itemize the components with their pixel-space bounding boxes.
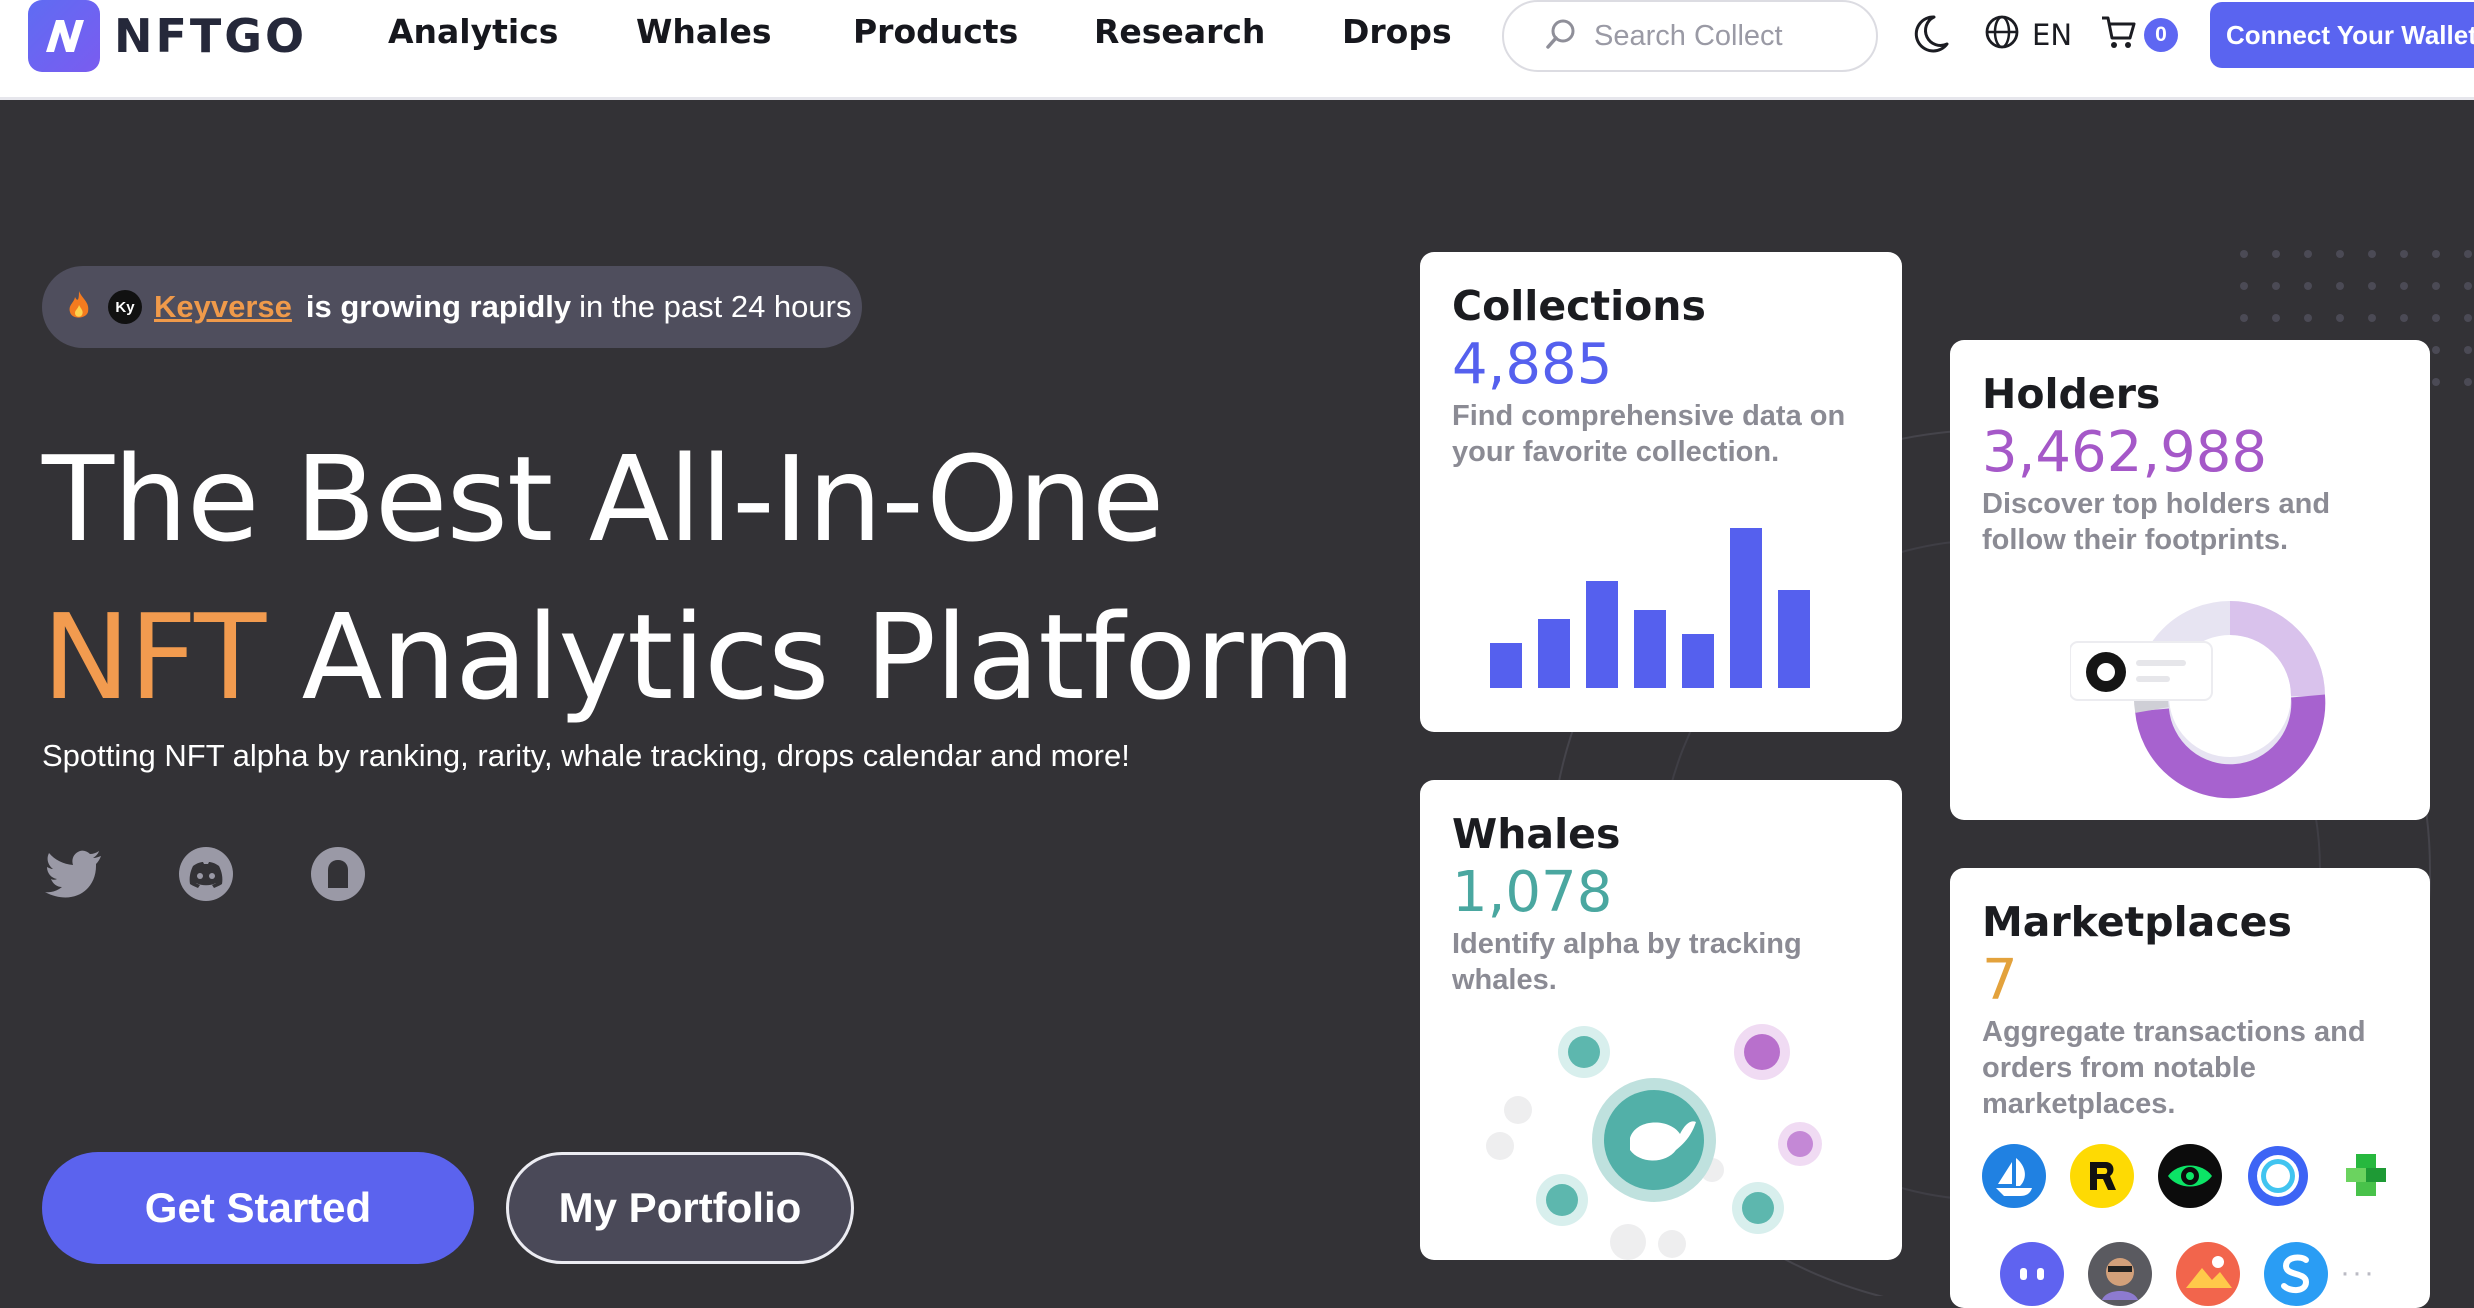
whales-count: 1,078 (1452, 862, 1613, 924)
hero-title-line2: NFT Analytics Platform (42, 588, 1356, 726)
nav-whales[interactable]: Whales (636, 12, 772, 51)
hero-title-line1: The Best All-In-One (42, 430, 1164, 568)
hero-title-accent: NFT (42, 588, 266, 726)
sound-icon[interactable] (2264, 1242, 2328, 1306)
marketplaces-count: 7 (1982, 950, 2018, 1012)
holders-count: 3,462,988 (1982, 422, 2268, 484)
search-icon (1544, 17, 1578, 56)
trend-timeframe: in the past 24 hours (579, 289, 852, 324)
nav-products[interactable]: Products (853, 12, 1018, 51)
collections-bar (1586, 581, 1618, 688)
cart-count-badge: 0 (2144, 17, 2178, 52)
cart-icon (2100, 14, 2136, 55)
dark-mode-toggle[interactable] (1912, 14, 1950, 59)
keyverse-avatar-icon: Ky (108, 290, 142, 324)
holders-card[interactable]: Holders 3,462,988 Discover top holders a… (1950, 340, 2430, 820)
collections-bar (1538, 619, 1570, 688)
trend-emphasis: is growing rapidly (305, 289, 572, 324)
marketplaces-title: Marketplaces (1982, 898, 2292, 946)
search-box[interactable] (1502, 0, 1878, 72)
whales-network-graphic (1486, 1024, 1822, 1260)
holders-donut-chart (2070, 601, 2326, 799)
whales-title: Whales (1452, 810, 1621, 858)
get-started-button[interactable]: Get Started (42, 1152, 474, 1264)
rarible-icon[interactable] (2070, 1144, 2134, 1208)
collections-count: 4,885 (1452, 334, 1613, 396)
connect-wallet-button[interactable]: Connect Your Wallet (2210, 2, 2474, 68)
logo-mark-icon (28, 0, 100, 72)
marketplaces-card[interactable]: Marketplaces 7 Aggregate transactions an… (1950, 868, 2430, 1308)
brand-logo[interactable]: NFTGO (28, 0, 307, 72)
x2y2-icon[interactable] (2246, 1144, 2310, 1208)
brand-name: NFTGO (114, 9, 308, 63)
marketplaces-description: Aggregate transactions and orders from n… (1982, 1016, 2366, 1120)
globe-icon (1984, 14, 2020, 55)
hero-title-rest: Analytics Platform (301, 588, 1356, 726)
discord-link[interactable] (176, 846, 236, 906)
holders-title: Holders (1982, 370, 2161, 418)
collections-title: Collections (1452, 282, 1706, 330)
sudoswap-icon[interactable] (2000, 1242, 2064, 1306)
marketplace-icons-row2 (2000, 1242, 2328, 1306)
collections-bar (1490, 643, 1522, 688)
language-selector[interactable]: EN (1984, 14, 2072, 55)
moon-icon (1912, 14, 1950, 59)
my-portfolio-button[interactable]: My Portfolio (506, 1152, 854, 1264)
holders-description: Discover top holders and follow their fo… (1982, 488, 2331, 556)
marketplace-icons-row1 (1982, 1144, 2398, 1208)
trending-banner[interactable]: Ky Keyverse is growing rapidly in the pa… (42, 266, 862, 348)
nav-analytics[interactable]: Analytics (388, 12, 558, 51)
top-navigation: NFTGO Analytics Whales Products Research… (0, 0, 2474, 100)
cart-button[interactable]: 0 (2100, 14, 2178, 55)
avatar-icon[interactable] (2088, 1242, 2152, 1306)
whales-description: Identify alpha by tracking whales. (1452, 928, 1802, 996)
notification-link[interactable] (308, 846, 368, 906)
collections-bar (1634, 610, 1666, 688)
twitter-icon (45, 850, 103, 903)
looksrare-icon[interactable] (2158, 1144, 2222, 1208)
collections-card[interactable]: Collections 4,885 Find comprehensive dat… (1420, 252, 1902, 732)
hero-subtitle: Spotting NFT alpha by ranking, rarity, w… (42, 738, 1130, 773)
language-label: EN (2032, 17, 2073, 52)
search-input[interactable] (1592, 18, 1876, 54)
collections-bar (1682, 634, 1714, 688)
nav-drops[interactable]: Drops (1342, 12, 1452, 51)
twitter-link[interactable] (44, 846, 104, 906)
discord-icon (178, 846, 234, 907)
cryptopunks-icon[interactable] (2334, 1144, 2398, 1208)
trending-collection-link[interactable]: Keyverse (154, 289, 292, 325)
more-marketplaces-icon[interactable]: ··· (2340, 1256, 2376, 1290)
collections-bar (1730, 528, 1762, 688)
collections-description: Find comprehensive data on your favorite… (1452, 400, 1846, 468)
fire-icon (66, 289, 92, 326)
opensea-icon[interactable] (1982, 1144, 2046, 1208)
superrare-icon[interactable] (2176, 1242, 2240, 1306)
collections-bar-chart (1490, 528, 1810, 688)
collections-bar (1778, 590, 1810, 688)
notification-icon (310, 846, 366, 907)
nav-research[interactable]: Research (1094, 12, 1265, 51)
whales-card[interactable]: Whales 1,078 Identify alpha by tracking … (1420, 780, 1902, 1260)
